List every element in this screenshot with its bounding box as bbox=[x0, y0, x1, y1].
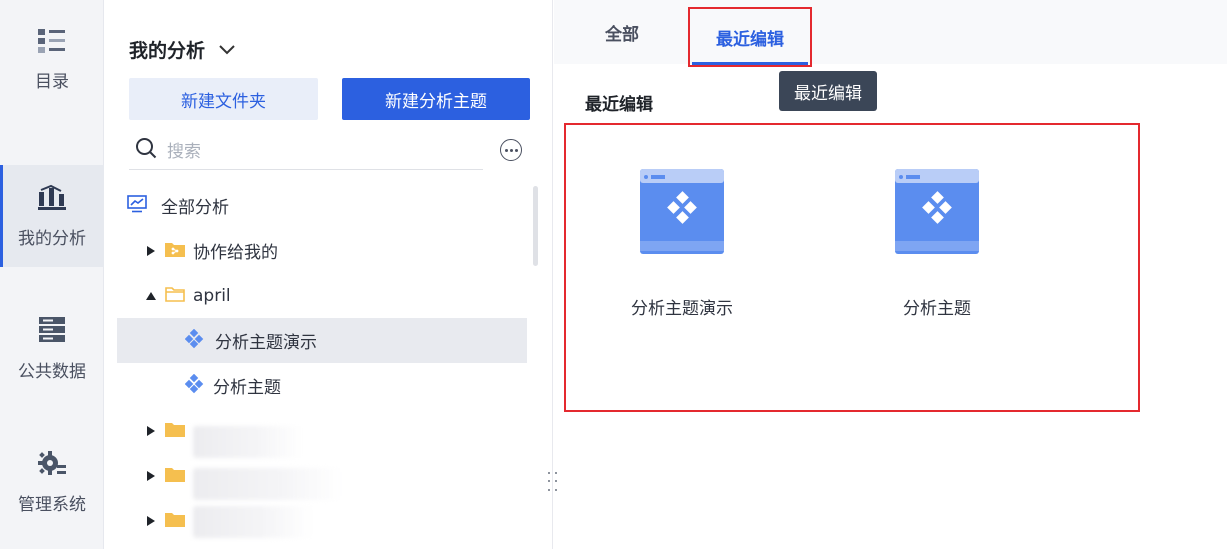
tree-item-label: april bbox=[193, 285, 231, 306]
dot bbox=[514, 148, 518, 152]
analysis-theme-thumbnail-icon bbox=[640, 168, 724, 258]
tab-recent-edits[interactable]: 最近编辑 bbox=[688, 7, 812, 67]
analysis-theme-thumbnail-icon bbox=[895, 168, 979, 258]
caret-right-icon[interactable] bbox=[145, 425, 157, 436]
panel-title: 我的分析 bbox=[129, 40, 206, 62]
tree-item-shared-with-me[interactable]: 协作给我的 bbox=[145, 228, 555, 273]
new-analysis-theme-button[interactable]: 新建分析主题 bbox=[342, 78, 530, 120]
redacted-label bbox=[193, 468, 343, 500]
dot bbox=[555, 488, 557, 491]
dot bbox=[548, 488, 550, 491]
search-input[interactable]: 搜索 bbox=[167, 137, 201, 162]
theme-card[interactable]: 分析主题 bbox=[857, 168, 1017, 319]
more-options-button[interactable] bbox=[500, 139, 522, 161]
tab-bar: 全部 最近编辑 bbox=[554, 0, 1227, 67]
rail-item-catalog[interactable]: 目录 bbox=[0, 8, 104, 110]
folder-icon bbox=[165, 421, 185, 441]
rail-item-public-data[interactable]: 公共数据 bbox=[0, 297, 104, 399]
tree-item-label: 协作给我的 bbox=[193, 243, 278, 263]
theme-card[interactable]: 分析主题演示 bbox=[602, 168, 762, 319]
dot bbox=[555, 480, 557, 483]
search-field[interactable]: 搜索 bbox=[129, 130, 483, 170]
panel-title-dropdown[interactable]: 我的分析 bbox=[129, 36, 235, 63]
tree-item-analysis-theme[interactable]: 分析主题 bbox=[184, 363, 595, 408]
caret-right-icon[interactable] bbox=[145, 515, 157, 526]
dot bbox=[548, 472, 550, 474]
dot bbox=[509, 148, 513, 152]
analysis-chart-icon bbox=[37, 184, 67, 212]
shared-folder-icon bbox=[165, 241, 185, 261]
rail-item-admin[interactable]: 管理系统 bbox=[0, 430, 104, 532]
caret-down-icon[interactable] bbox=[145, 291, 157, 300]
folder-icon bbox=[165, 511, 185, 531]
section-title: 最近编辑 bbox=[585, 95, 653, 115]
theme-icon bbox=[184, 328, 205, 353]
tree-item-label: 全部分析 bbox=[161, 198, 229, 218]
redacted-label bbox=[193, 506, 313, 538]
tab-all[interactable]: 全部 bbox=[602, 0, 642, 64]
folder-icon bbox=[165, 466, 185, 486]
database-icon bbox=[37, 315, 67, 345]
tooltip: 最近编辑 bbox=[779, 71, 877, 111]
tree-item-april[interactable]: april bbox=[145, 273, 555, 318]
rail-item-label: 管理系统 bbox=[18, 494, 86, 515]
theme-card-name: 分析主题演示 bbox=[631, 299, 733, 319]
tree-item-label: 分析主题演示 bbox=[215, 333, 317, 353]
tree-item-label: 分析主题 bbox=[213, 378, 281, 398]
dot bbox=[548, 480, 550, 483]
analysis-monitor-icon bbox=[127, 194, 147, 217]
directory-panel: 我的分析 新建文件夹 新建分析主题 搜索 全部分析 协作给我的 april 分析… bbox=[105, 0, 553, 549]
dot bbox=[504, 148, 508, 152]
rail-item-label: 目录 bbox=[35, 71, 69, 92]
rail-item-label: 我的分析 bbox=[18, 228, 86, 249]
chevron-down-icon bbox=[219, 40, 235, 59]
nav-rail: 目录 我的分析 公共数据 管理系统 bbox=[0, 0, 104, 549]
search-icon bbox=[135, 137, 157, 163]
caret-right-icon[interactable] bbox=[145, 245, 157, 256]
rail-item-label: 公共数据 bbox=[18, 361, 86, 382]
dot bbox=[555, 472, 557, 474]
catalog-icon bbox=[37, 27, 67, 55]
new-folder-button[interactable]: 新建文件夹 bbox=[129, 78, 318, 120]
rail-item-my-analysis[interactable]: 我的分析 bbox=[0, 165, 104, 267]
theme-icon bbox=[184, 373, 205, 398]
panel-resize-handle[interactable] bbox=[548, 472, 560, 494]
theme-card-name: 分析主题 bbox=[903, 299, 971, 319]
tree-item-all-analysis[interactable]: 全部分析 bbox=[127, 183, 537, 228]
folder-open-icon bbox=[165, 286, 185, 306]
gear-icon bbox=[37, 448, 67, 478]
caret-right-icon[interactable] bbox=[145, 470, 157, 481]
tree-item-analysis-theme-demo[interactable]: 分析主题演示 bbox=[117, 318, 527, 363]
